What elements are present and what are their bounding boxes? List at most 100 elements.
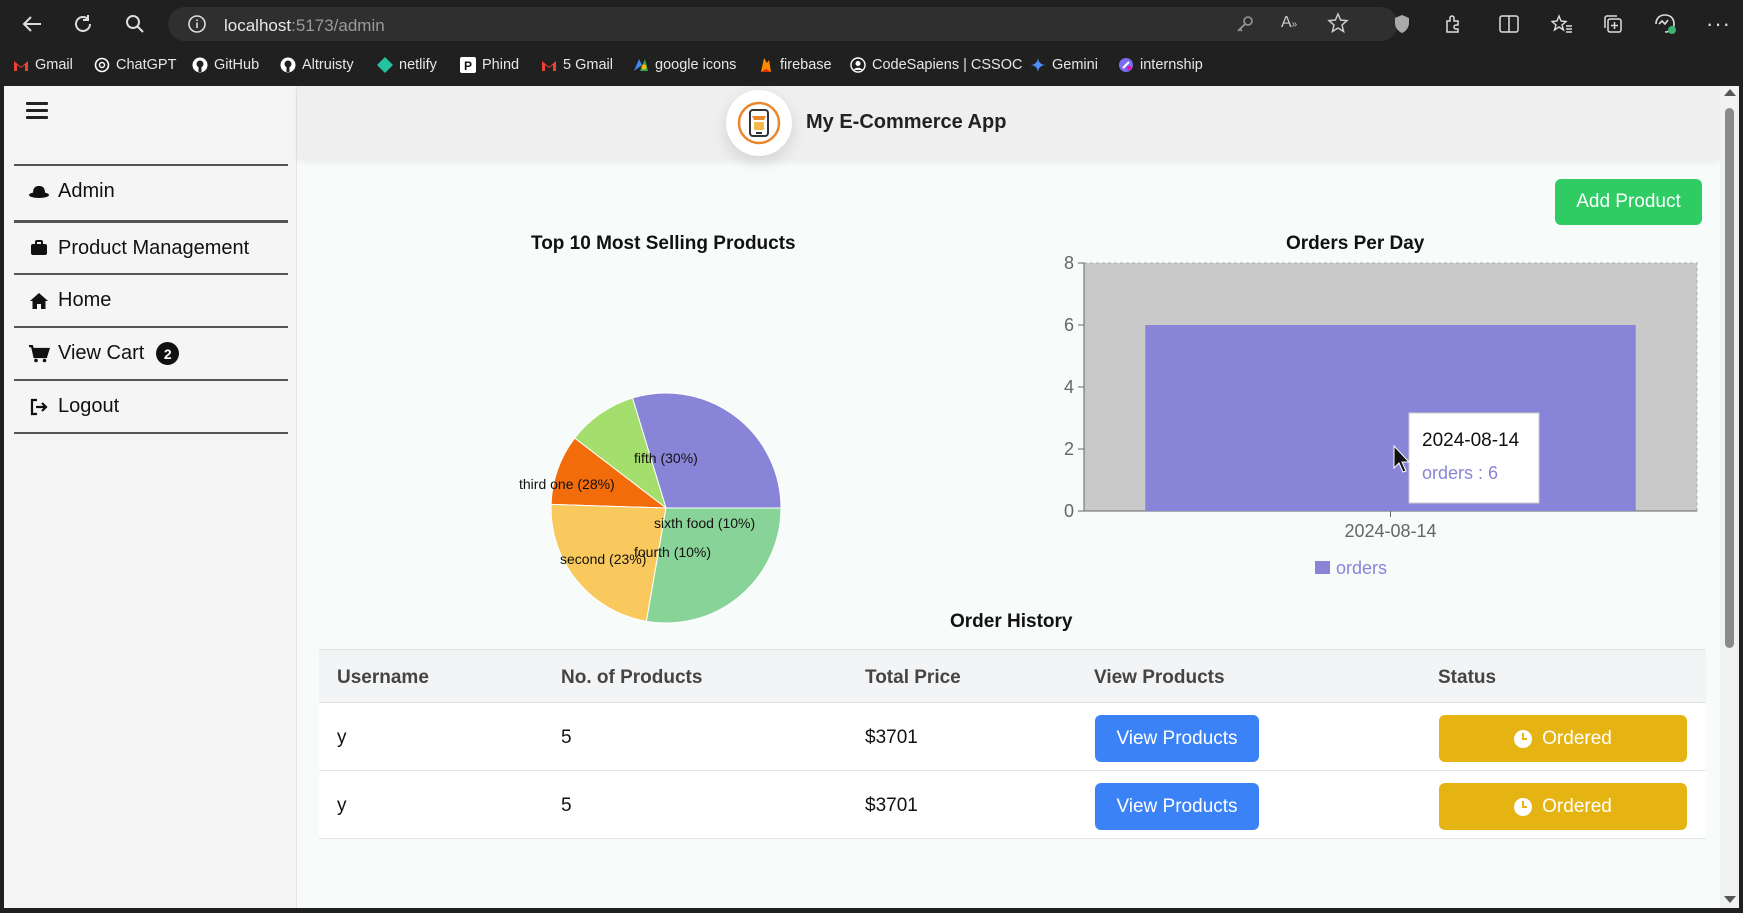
scroll-up-icon[interactable] — [1724, 89, 1736, 96]
app-logo[interactable] — [726, 90, 792, 156]
clock-icon — [1514, 797, 1533, 816]
read-aloud-icon[interactable]: A» — [1281, 14, 1297, 32]
cell-total-price: $3701 — [865, 727, 918, 748]
search-icon[interactable] — [120, 10, 150, 38]
pie-slice-label: third one (28%) — [519, 476, 615, 492]
home-icon — [28, 291, 50, 311]
firebase-icon — [758, 57, 774, 73]
order-history-table: Username No. of Products Total Price Vie… — [319, 649, 1706, 839]
reload-icon[interactable] — [68, 10, 98, 38]
url-text: localhost:5173/admin — [224, 16, 385, 35]
column-header-status: Status — [1438, 667, 1497, 688]
bookmark-google-icons[interactable]: google icons — [633, 54, 736, 76]
view-products-button[interactable]: View Products — [1095, 783, 1259, 830]
sidebar-item-label: Home — [58, 289, 112, 311]
column-header-total-price: Total Price — [865, 667, 961, 688]
sidebar-item-admin[interactable]: Admin — [14, 164, 288, 217]
cell-username: y — [337, 727, 347, 748]
svg-text:P: P — [464, 59, 472, 73]
table-header: Username No. of Products Total Price Vie… — [319, 650, 1706, 703]
y-tick-label: 4 — [1064, 377, 1074, 397]
bookmark-gmail[interactable]: Gmail — [13, 54, 73, 76]
x-tick-label: 2024-08-14 — [1344, 521, 1436, 541]
page-scrollbar[interactable] — [1720, 86, 1739, 908]
status-label: Ordered — [1542, 727, 1612, 749]
bookmark-gemini[interactable]: Gemini — [1030, 54, 1098, 76]
gmail-icon — [541, 57, 557, 73]
internship-icon — [1118, 57, 1134, 73]
legend-label: orders — [1336, 558, 1387, 578]
status-ordered-button[interactable]: Ordered — [1439, 783, 1687, 830]
github-icon — [192, 57, 208, 73]
google-icons-icon — [633, 57, 649, 73]
bookmark-5-gmail[interactable]: 5 Gmail — [541, 54, 613, 76]
bookmark-chatgpt[interactable]: ChatGPT — [94, 54, 176, 76]
column-header-view-products: View Products — [1094, 667, 1225, 688]
browser-essentials-icon[interactable] — [1653, 10, 1677, 38]
tooltip-box — [1408, 412, 1540, 504]
favorites-icon[interactable] — [1551, 10, 1573, 38]
favorite-star-icon[interactable] — [1327, 12, 1349, 39]
sidebar-item-label: Logout — [58, 395, 120, 417]
column-header-products-count: No. of Products — [561, 667, 703, 688]
y-tick-label: 6 — [1064, 315, 1074, 335]
phind-icon: P — [460, 57, 476, 73]
collections-icon[interactable] — [1603, 10, 1623, 38]
pie-slice-label: fifth (30%) — [634, 450, 698, 466]
tooltip-date: 2024-08-14 — [1422, 430, 1520, 451]
bookmark-netlify[interactable]: netlify — [377, 54, 437, 76]
clock-icon — [1514, 729, 1533, 748]
cell-username: y — [337, 795, 347, 816]
bookmark-github[interactable]: GitHub — [192, 54, 259, 76]
bar[interactable] — [1145, 325, 1636, 511]
bookmark-phind[interactable]: P Phind — [460, 54, 519, 76]
sidebar-item-logout[interactable]: Logout — [14, 379, 288, 432]
hamburger-menu-icon[interactable] — [26, 102, 48, 120]
extensions-icon[interactable] — [1443, 10, 1463, 38]
pie-chart-title: Top 10 Most Selling Products — [531, 233, 796, 254]
sidebar-item-home[interactable]: Home — [14, 273, 288, 326]
sidebar: Admin Product Management Home View Cart … — [4, 86, 297, 908]
chatgpt-icon — [94, 57, 110, 73]
app-title: My E-Commerce App — [806, 111, 1007, 133]
site-info-icon[interactable] — [188, 15, 206, 38]
bar-chart: 0 2 4 6 8 2024-08-14 orders 2024-08-14 orders : … — [1064, 256, 1698, 578]
view-products-button[interactable]: View Products — [1095, 715, 1259, 762]
sidebar-item-label: View Cart — [58, 342, 145, 364]
split-screen-icon[interactable] — [1499, 10, 1519, 38]
y-tick-label: 0 — [1064, 501, 1074, 521]
status-label: Ordered — [1542, 795, 1612, 817]
add-product-button[interactable]: Add Product — [1555, 179, 1702, 225]
scroll-thumb[interactable] — [1725, 108, 1734, 648]
order-history-title: Order History — [950, 611, 1073, 632]
sidebar-item-label: Product Management — [58, 236, 250, 259]
back-icon[interactable] — [17, 10, 47, 38]
sidebar-item-label: Admin — [58, 180, 115, 202]
bookmark-codesapiens[interactable]: CodeSapiens | CSSOC — [850, 54, 1022, 76]
pie-slice-label: sixth food (10%) — [654, 515, 755, 531]
pie-slice-label: second (23%) — [560, 551, 646, 567]
app-header: My E-Commerce App — [297, 86, 1720, 160]
shield-icon[interactable] — [1393, 10, 1411, 38]
table-row: y 5 $3701 View Products Ordered — [319, 771, 1706, 839]
gmail-icon — [13, 57, 29, 73]
netlify-icon — [377, 57, 393, 73]
cart-icon — [28, 344, 50, 364]
browser-toolbar: localhost:5173/admin A» ··· — [0, 0, 1743, 48]
briefcase-icon — [28, 238, 50, 258]
password-key-icon[interactable] — [1236, 15, 1254, 38]
table-row: y 5 $3701 View Products Ordered — [319, 703, 1706, 771]
more-menu-icon[interactable]: ··· — [1706, 10, 1731, 38]
bookmark-altruisty[interactable]: Altruisty — [280, 54, 354, 76]
scroll-down-icon[interactable] — [1724, 896, 1736, 903]
cell-products-count: 5 — [561, 795, 572, 816]
address-bar[interactable]: localhost:5173/admin A» — [168, 7, 1398, 41]
cell-products-count: 5 — [561, 727, 572, 748]
bookmark-firebase[interactable]: firebase — [758, 54, 832, 76]
status-ordered-button[interactable]: Ordered — [1439, 715, 1687, 762]
cell-total-price: $3701 — [865, 795, 918, 816]
bookmark-internship[interactable]: internship — [1118, 54, 1203, 76]
sidebar-item-view-cart[interactable]: View Cart 2 — [14, 326, 288, 379]
chart-tooltip: 2024-08-14 orders : 6 — [1408, 412, 1540, 504]
sidebar-item-product-management[interactable]: Product Management — [14, 220, 288, 273]
